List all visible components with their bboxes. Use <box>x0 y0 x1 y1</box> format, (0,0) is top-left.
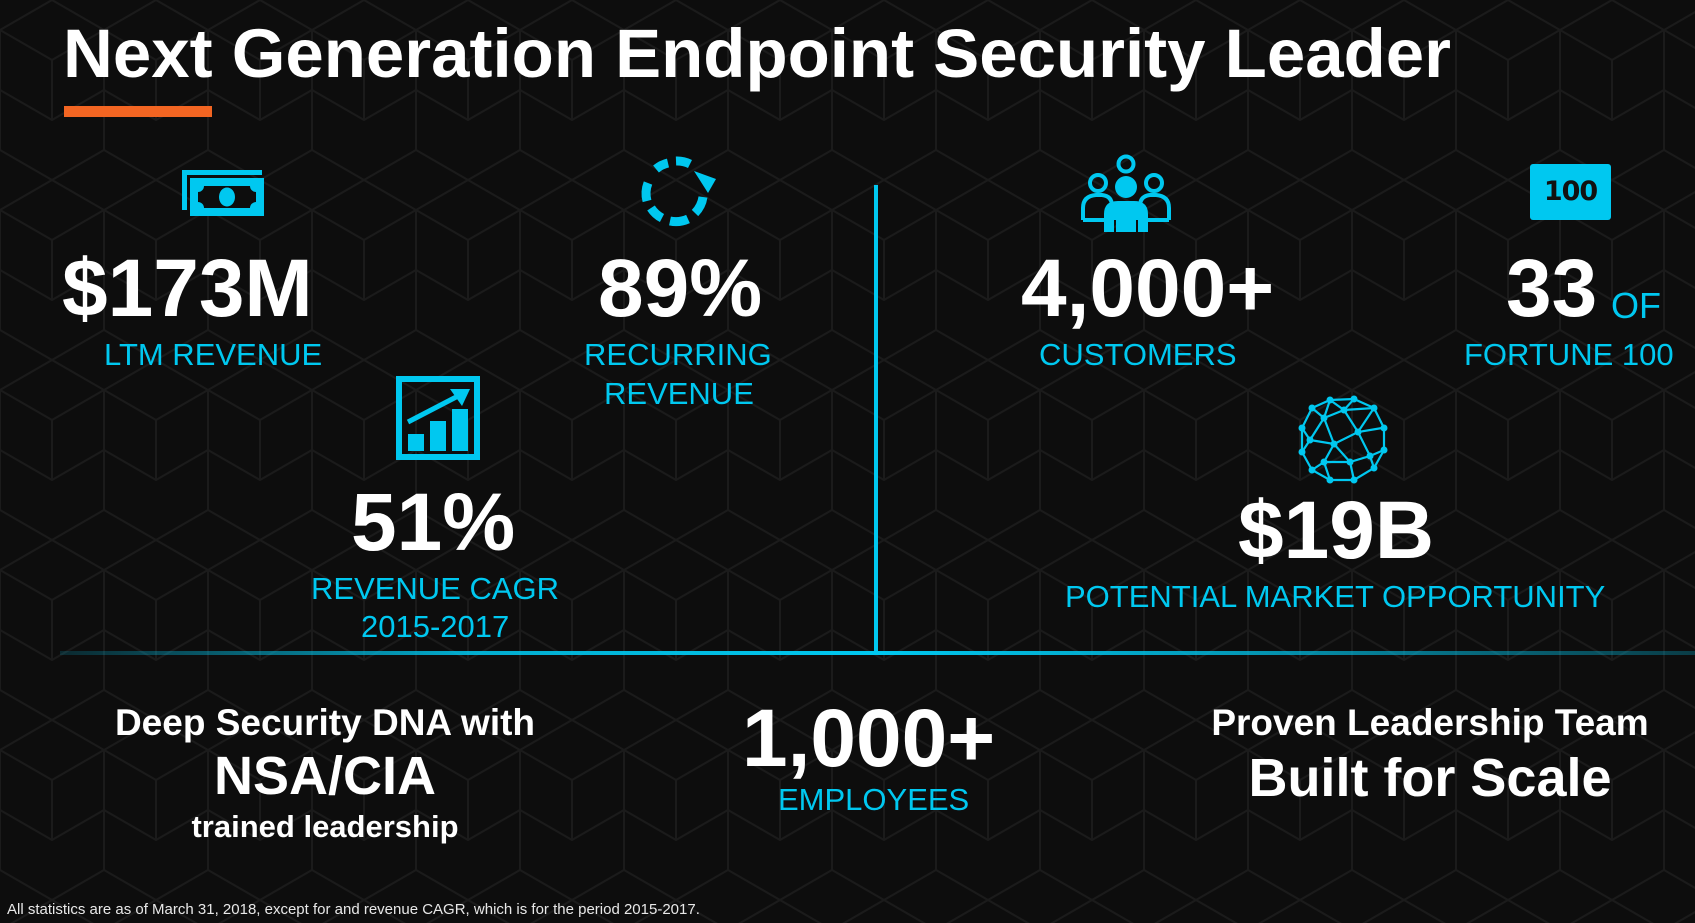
fortune-of-suffix: OF <box>1611 285 1661 326</box>
people-group-icon <box>1080 154 1172 232</box>
fortune-badge-text: 100 <box>1544 176 1598 207</box>
market-opportunity-value: $19B <box>1238 485 1435 576</box>
growth-chart-icon <box>396 376 480 460</box>
title-underline-accent <box>64 106 212 117</box>
fortune-count-value: 33 <box>1506 243 1598 334</box>
ltm-revenue-value: $173M <box>62 243 313 334</box>
fortune-100-badge-icon: 100 <box>1530 164 1611 220</box>
security-dna-line3: trained leadership <box>191 809 459 844</box>
circular-arrows-icon <box>636 155 720 229</box>
network-sphere-icon <box>1298 394 1388 484</box>
employees-value: 1,000+ <box>742 693 996 784</box>
horizontal-divider <box>60 651 1695 655</box>
revenue-cagr-value: 51% <box>351 477 516 568</box>
fortune-label: FORTUNE 100 <box>1464 337 1674 372</box>
security-dna-line2: NSA/CIA <box>213 746 436 806</box>
recurring-revenue-value: 89% <box>598 243 763 334</box>
employees-label: EMPLOYEES <box>778 782 970 817</box>
leadership-block: Proven Leadership Team Built for Scale <box>1180 700 1680 810</box>
money-bills-icon <box>180 168 266 218</box>
revenue-cagr-label-line1: REVENUE CAGR <box>311 571 560 606</box>
vertical-divider <box>874 185 878 655</box>
recurring-revenue-label-line2: REVENUE <box>604 376 754 411</box>
leadership-line2: Built for Scale <box>1248 748 1612 808</box>
page-title: Next Generation Endpoint Security Leader <box>63 15 1451 92</box>
footnote: All statistics are as of March 31, 2018,… <box>7 901 700 918</box>
customers-label: CUSTOMERS <box>1039 337 1237 372</box>
security-dna-block: Deep Security DNA with NSA/CIA trained l… <box>80 700 570 848</box>
revenue-cagr-label-line2: 2015-2017 <box>361 609 510 644</box>
customers-value: 4,000+ <box>1021 243 1275 334</box>
market-opportunity-label: POTENTIAL MARKET OPPORTUNITY <box>1065 579 1606 614</box>
leadership-line1: Proven Leadership Team <box>1211 702 1649 743</box>
security-dna-line1: Deep Security DNA with <box>114 702 536 743</box>
ltm-revenue-label: LTM REVENUE <box>104 337 323 372</box>
recurring-revenue-label-line1: RECURRING <box>584 337 772 372</box>
